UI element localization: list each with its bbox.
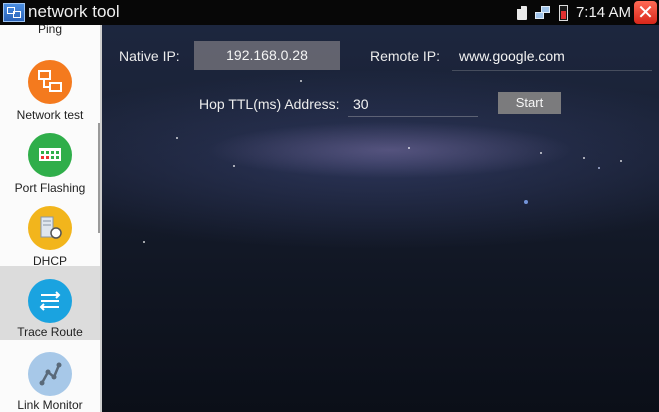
battery-icon: [558, 4, 568, 21]
remote-ip-input[interactable]: www.google.com: [452, 42, 652, 71]
network-icon: [534, 5, 551, 20]
app-title: network tool: [28, 2, 120, 21]
close-button[interactable]: ✕: [634, 1, 657, 24]
native-ip-field[interactable]: 192.168.0.28: [194, 41, 340, 70]
sidebar-item-label: Ping: [37, 25, 63, 36]
sidebar-item-trace-route[interactable]: Trace Route: [0, 266, 100, 340]
ttl-input[interactable]: 30: [348, 91, 478, 117]
port-flashing-icon: [28, 133, 72, 177]
clock: 7:14 AM: [575, 4, 631, 21]
sidebar-item-label: Network test: [16, 108, 84, 122]
start-button[interactable]: Start: [498, 92, 561, 114]
sidebar[interactable]: Ping Network test Port Flashing DHCP Tra…: [0, 25, 102, 412]
remote-ip-label: Remote IP:: [370, 48, 441, 64]
sidebar-item-label: Link Monitor: [17, 398, 83, 412]
sidebar-scrollbar[interactable]: [98, 123, 100, 233]
ttl-label: Hop TTL(ms) Address:: [199, 96, 340, 112]
sidebar-item-label: Port Flashing: [14, 181, 86, 195]
sd-card-icon: [516, 5, 527, 20]
native-ip-label: Native IP:: [119, 48, 180, 64]
sidebar-item-link-monitor[interactable]: Link Monitor: [0, 346, 100, 412]
sidebar-item-label: Trace Route: [17, 325, 83, 339]
sidebar-item-dhcp[interactable]: DHCP: [0, 201, 100, 273]
network-test-icon: [28, 60, 72, 104]
dhcp-icon: [28, 206, 72, 250]
app-icon: [3, 3, 25, 22]
sidebar-item-network-test[interactable]: Network test: [0, 55, 100, 127]
sidebar-item-port-flashing[interactable]: Port Flashing: [0, 128, 100, 200]
sidebar-item-ping[interactable]: Ping: [0, 25, 100, 40]
link-monitor-icon: [28, 352, 72, 396]
status-area: 7:14 AM: [516, 0, 631, 25]
title-bar: network tool 7:14 AM ✕: [0, 0, 659, 25]
trace-route-icon: [28, 279, 72, 323]
